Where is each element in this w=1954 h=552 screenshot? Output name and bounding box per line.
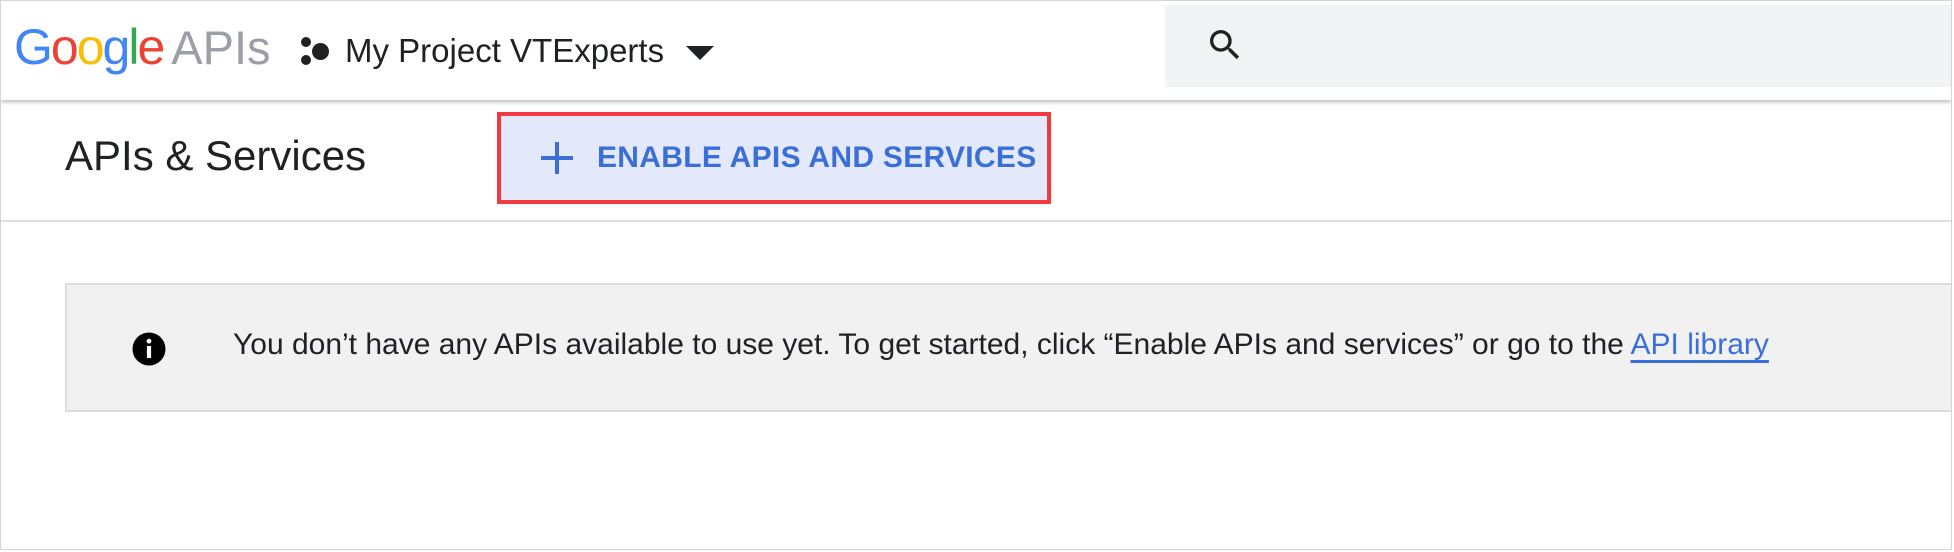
- api-library-link[interactable]: API library: [1631, 328, 1769, 361]
- google-apis-logo[interactable]: Google APIs: [14, 17, 271, 77]
- logo-letter: o: [76, 19, 105, 75]
- google-wordmark: Google: [14, 17, 165, 77]
- search-icon[interactable]: [1205, 25, 1245, 65]
- logo-letter: o: [50, 19, 79, 75]
- app-window: Google APIs My Project VTExperts APIs & …: [0, 0, 1952, 550]
- logo-product-name: APIs: [171, 21, 271, 74]
- project-selector[interactable]: My Project VTExperts: [299, 27, 715, 75]
- page-header: APIs & Services ENABLE APIS AND SERVICES: [1, 100, 1951, 222]
- plus-icon: [541, 142, 573, 174]
- logo-letter: l: [128, 19, 139, 75]
- project-name: My Project VTExperts: [345, 32, 665, 69]
- top-app-bar: Google APIs My Project VTExperts: [1, 1, 1951, 100]
- logo-letter: e: [137, 19, 165, 75]
- banner-message-text: You don’t have any APIs available to use…: [233, 328, 1631, 361]
- info-icon: [132, 332, 166, 366]
- logo-letter: G: [14, 19, 53, 75]
- banner-message: You don’t have any APIs available to use…: [233, 328, 1769, 362]
- page-title: APIs & Services: [65, 132, 367, 179]
- info-banner: You don’t have any APIs available to use…: [65, 283, 1951, 412]
- search-bar[interactable]: [1165, 5, 1951, 87]
- logo-letter: g: [102, 19, 131, 75]
- enable-apis-button[interactable]: ENABLE APIS AND SERVICES: [497, 112, 1051, 204]
- project-dots-icon: [299, 34, 333, 68]
- caret-down-icon: [686, 46, 715, 60]
- enable-apis-label: ENABLE APIS AND SERVICES: [597, 141, 1037, 174]
